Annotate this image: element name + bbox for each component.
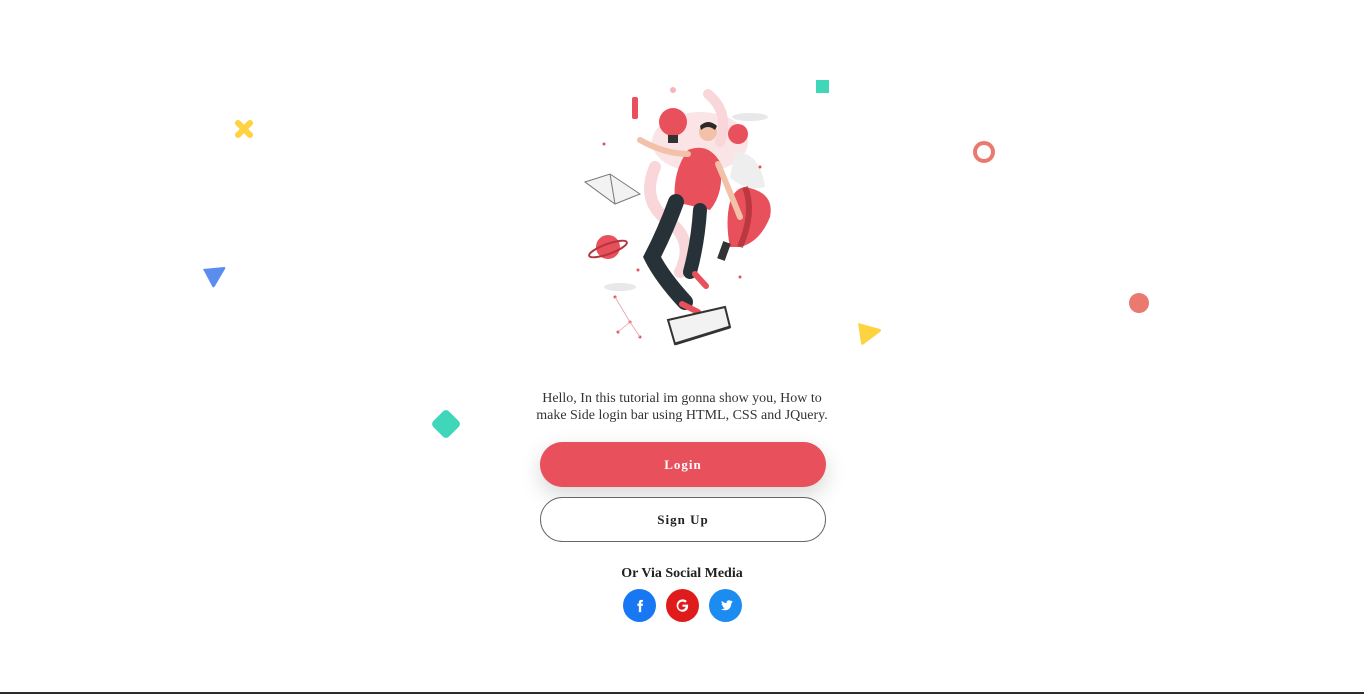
intro-text: Hello, In this tutorial im gonna show yo…	[536, 391, 828, 423]
facebook-icon	[636, 599, 643, 612]
twitter-icon	[720, 600, 733, 611]
social-title: Or Via Social Media	[621, 566, 743, 581]
yellow-triangle-icon	[858, 323, 881, 345]
blue-triangle-icon	[203, 267, 226, 288]
teal-square-icon	[816, 80, 829, 93]
coral-dot-icon	[1129, 293, 1149, 313]
yellow-cross-icon	[235, 120, 253, 138]
teal-diamond-icon	[430, 408, 462, 440]
hero-illustration	[583, 87, 771, 346]
coral-ring-icon	[973, 141, 995, 163]
facebook-button[interactable]	[623, 589, 656, 622]
google-icon	[676, 599, 689, 612]
signup-button[interactable]: Sign Up	[540, 497, 826, 542]
login-button[interactable]: Login	[540, 442, 826, 487]
landing-page: Hello, In this tutorial im gonna show yo…	[0, 0, 1364, 694]
google-button[interactable]	[666, 589, 699, 622]
social-buttons	[623, 589, 742, 622]
twitter-button[interactable]	[709, 589, 742, 622]
